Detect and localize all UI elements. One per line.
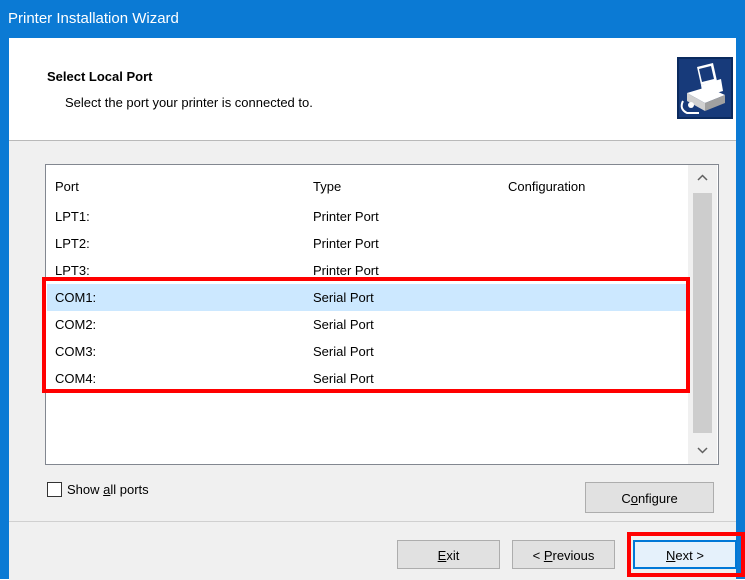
column-header-configuration[interactable]: Configuration [508, 179, 585, 194]
checkbox-box[interactable] [47, 482, 62, 497]
scroll-thumb[interactable] [693, 193, 712, 433]
exit-button[interactable]: Exit [397, 540, 500, 569]
port-type: Printer Port [313, 236, 379, 251]
column-header-port[interactable]: Port [55, 179, 79, 194]
next-button-highlight [627, 532, 745, 577]
vertical-scrollbar[interactable] [688, 165, 717, 464]
window-frame-right [736, 38, 745, 579]
column-header-type[interactable]: Type [313, 179, 341, 194]
window-frame-left [0, 38, 9, 579]
port-row[interactable]: LPT1: Printer Port [47, 203, 687, 230]
port-name: LPT3: [55, 263, 90, 278]
previous-button[interactable]: < Previous [512, 540, 615, 569]
page-subtitle: Select the port your printer is connecte… [65, 95, 313, 110]
configure-button[interactable]: Configure [585, 482, 714, 513]
port-name: LPT2: [55, 236, 90, 251]
scroll-up-arrow-icon[interactable] [688, 165, 717, 191]
printer-install-icon [677, 57, 733, 119]
port-type: Printer Port [313, 263, 379, 278]
scroll-down-arrow-icon[interactable] [688, 437, 717, 463]
window-title: Printer Installation Wizard [8, 10, 179, 27]
show-all-ports-label[interactable]: Show all ports [67, 482, 149, 497]
com-ports-highlight [42, 277, 690, 393]
port-row[interactable]: LPT2: Printer Port [47, 230, 687, 257]
wizard-header: Select Local Port Select the port your p… [9, 38, 736, 141]
port-type: Printer Port [313, 209, 379, 224]
title-bar[interactable]: Printer Installation Wizard [0, 0, 745, 38]
port-name: LPT1: [55, 209, 90, 224]
page-title: Select Local Port [47, 69, 153, 84]
